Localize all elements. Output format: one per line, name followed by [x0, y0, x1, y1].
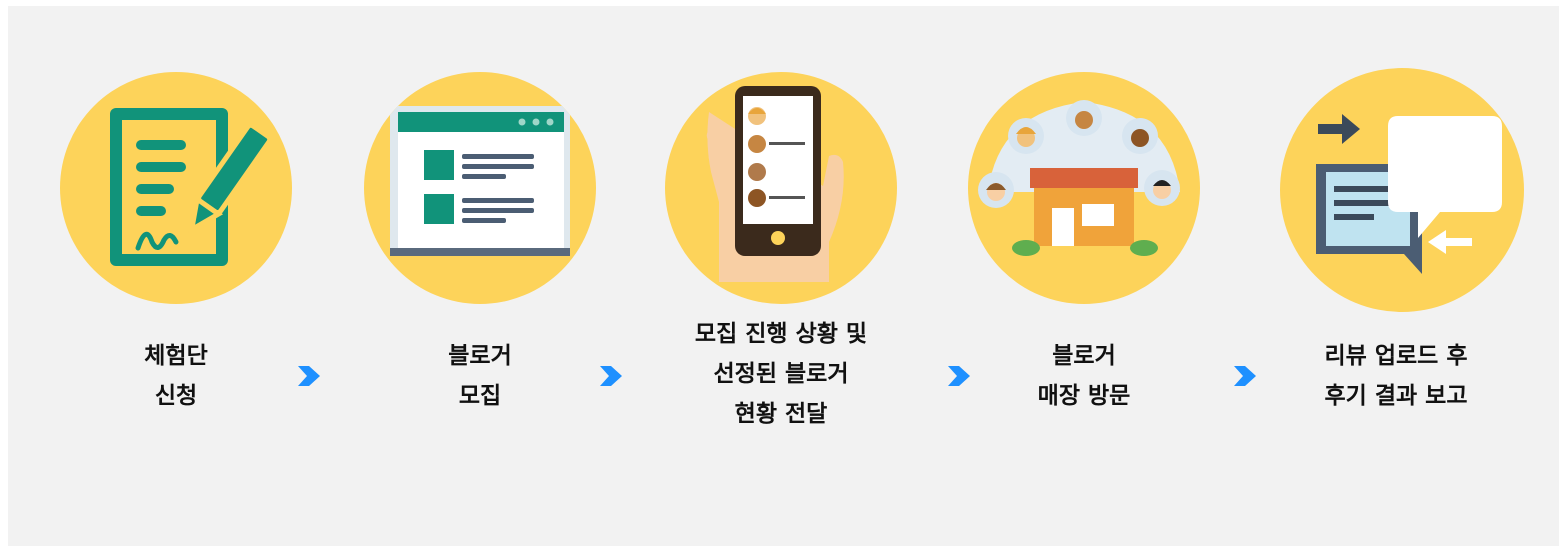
step-recruit: 블로거 모집	[364, 6, 604, 546]
smartphone-contacts-icon	[706, 86, 844, 282]
step-label: 모집 진행 상황 및 선정된 블로거 현황 전달	[625, 314, 937, 434]
step-label-line: 블로거	[1052, 343, 1116, 369]
step-store-visit: 블로거 매장 방문	[968, 6, 1208, 546]
step-label: 블로거 모집	[324, 336, 636, 416]
step-circle	[968, 72, 1200, 304]
chat-exchange-icon	[1316, 114, 1502, 274]
webpage-listing-icon	[390, 106, 570, 256]
store-visitors-icon	[978, 100, 1180, 256]
step-label: 블로거 매장 방문	[928, 336, 1240, 416]
step-label-line: 선정된 블로거	[713, 361, 849, 387]
application-form-icon	[110, 108, 273, 266]
step-label-line: 블로거	[448, 343, 512, 369]
step-review-report: 리뷰 업로드 후 후기 결과 보고	[1280, 6, 1524, 546]
arrow-right-icon	[298, 366, 320, 386]
step-label: 리뷰 업로드 후 후기 결과 보고	[1240, 336, 1552, 416]
arrow-right-icon	[600, 366, 622, 386]
step-circle	[364, 72, 596, 304]
step-label-line: 리뷰 업로드 후	[1324, 343, 1468, 369]
step-label-line: 매장 방문	[1037, 383, 1131, 409]
step-circle	[665, 72, 897, 304]
step-apply: 체험단 신청	[60, 6, 300, 546]
step-label-line: 모집	[458, 383, 502, 409]
step-label-line: 후기 결과 보고	[1324, 383, 1468, 409]
step-circle	[1280, 68, 1524, 312]
step-circle	[60, 72, 292, 304]
step-label-line: 신청	[154, 383, 198, 409]
step-label-line: 모집 진행 상황 및	[694, 321, 868, 347]
step-label-line: 체험단	[144, 343, 208, 369]
step-progress: 모집 진행 상황 및 선정된 블로거 현황 전달	[665, 6, 905, 546]
step-label-line: 현황 전달	[734, 401, 828, 427]
step-label: 체험단 신청	[20, 336, 332, 416]
process-diagram: 체험단 신청 블로거 모집 모집 진행 상황 및 선정된 블로거 현황 전달 블…	[8, 6, 1559, 546]
